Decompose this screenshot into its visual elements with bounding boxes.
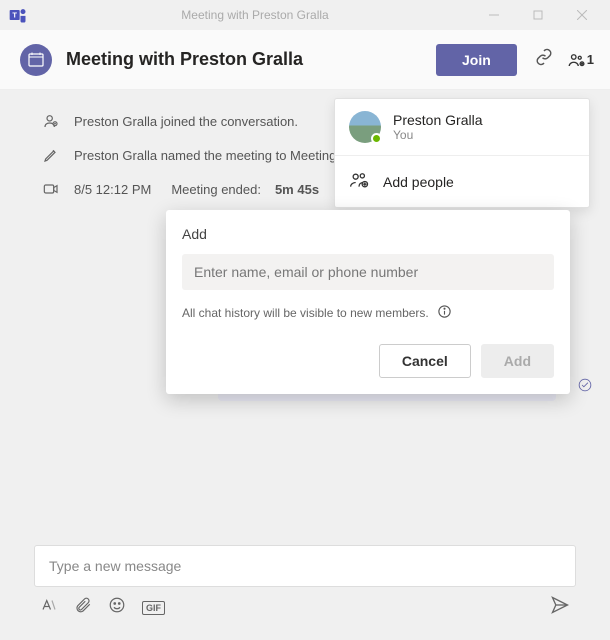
pencil-icon [42,146,60,164]
send-button[interactable] [550,595,570,620]
message-input[interactable] [34,545,576,587]
event-label: Meeting ended: [171,182,261,197]
minimize-button[interactable] [474,1,514,29]
info-icon[interactable] [437,304,452,322]
format-icon[interactable] [40,596,58,619]
composer-toolbar: GIF [34,587,576,620]
window-title: Meeting with Preston Gralla [36,8,474,22]
participants-button[interactable]: 1 [567,51,594,69]
message-seen-icon [578,378,592,397]
teams-app-icon: T [8,5,28,25]
history-note: All chat history will be visible to new … [182,304,554,322]
video-icon [42,180,60,198]
add-people-button[interactable]: Add people [335,156,589,207]
close-button[interactable] [562,1,602,29]
participant-count: 1 [587,52,594,67]
window-controls [474,1,602,29]
meeting-icon [20,44,52,76]
event-text: Preston Gralla named the meeting to Meet… [74,148,336,163]
dialog-title: Add [182,226,554,242]
add-people-input[interactable] [182,254,554,290]
add-people-label: Add people [383,174,454,190]
history-note-text: All chat history will be visible to new … [182,306,429,320]
participant-name: Preston Gralla [393,112,482,128]
meeting-title: Meeting with Preston Gralla [66,49,436,70]
join-button[interactable]: Join [436,44,517,76]
event-duration: 5m 45s [275,182,319,197]
presence-available-icon [371,133,382,144]
svg-text:T: T [12,11,17,20]
participants-popup: Preston Gralla You Add people [334,98,590,208]
add-people-dialog: Add All chat history will be visible to … [166,210,570,394]
avatar [349,111,381,143]
composer: GIF [34,545,576,620]
add-input-wrap [182,254,554,290]
emoji-icon[interactable] [108,596,126,619]
titlebar: T Meeting with Preston Gralla [0,0,610,30]
maximize-button[interactable] [518,1,558,29]
chat-header: Meeting with Preston Gralla Join 1 [0,30,610,90]
add-button[interactable]: Add [481,344,554,378]
participant-row[interactable]: Preston Gralla You [335,99,589,155]
link-icon[interactable] [535,48,553,71]
gif-icon[interactable]: GIF [142,601,165,615]
people-add-icon [349,170,369,193]
event-text: Preston Gralla joined the conversation. [74,114,298,129]
dialog-buttons: Cancel Add [182,344,554,378]
participant-role: You [393,128,482,142]
cancel-button[interactable]: Cancel [379,344,471,378]
attach-icon[interactable] [74,596,92,619]
event-time: 8/5 12:12 PM [74,182,151,197]
person-add-icon [42,112,60,130]
header-actions: 1 [535,48,594,71]
